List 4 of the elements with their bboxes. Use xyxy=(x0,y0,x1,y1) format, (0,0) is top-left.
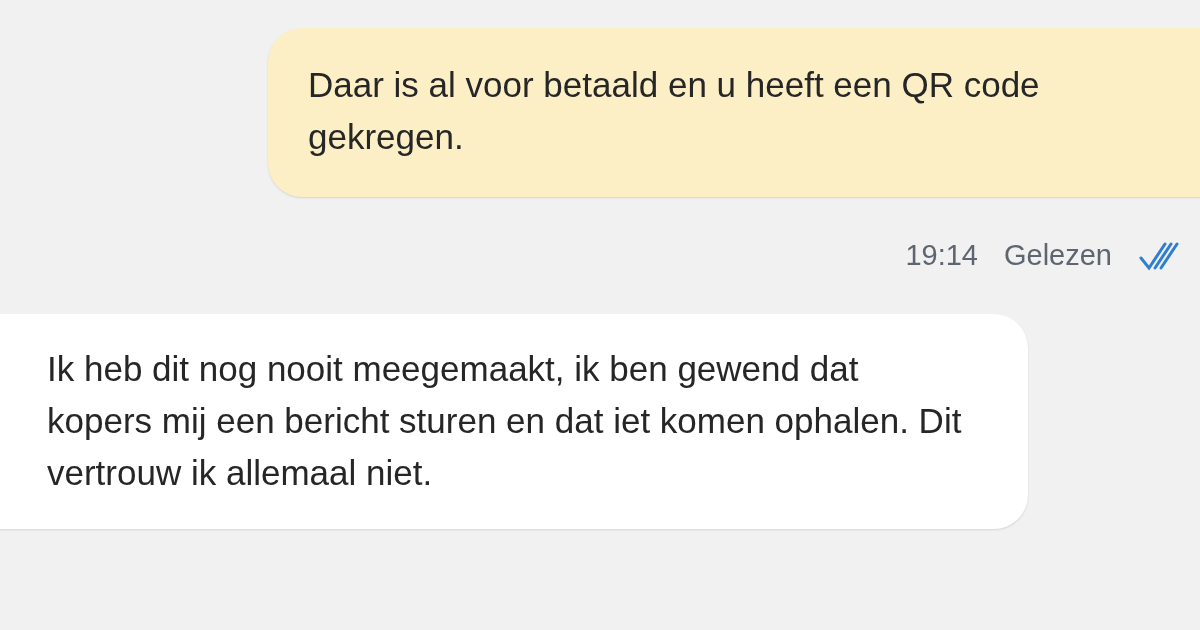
read-status: Gelezen xyxy=(1004,239,1112,272)
received-message: Ik heb dit nog nooit meegemaakt, ik ben gewend dat kopers mij een bericht sturen en dat iet komen ophalen. Dit vertrouw ik allemaal niet. xyxy=(0,314,1028,529)
sent-message: Daar is al voor betaald en u heeft een QR code gekregen. xyxy=(268,28,1200,197)
message-time: 19:14 xyxy=(905,239,978,272)
